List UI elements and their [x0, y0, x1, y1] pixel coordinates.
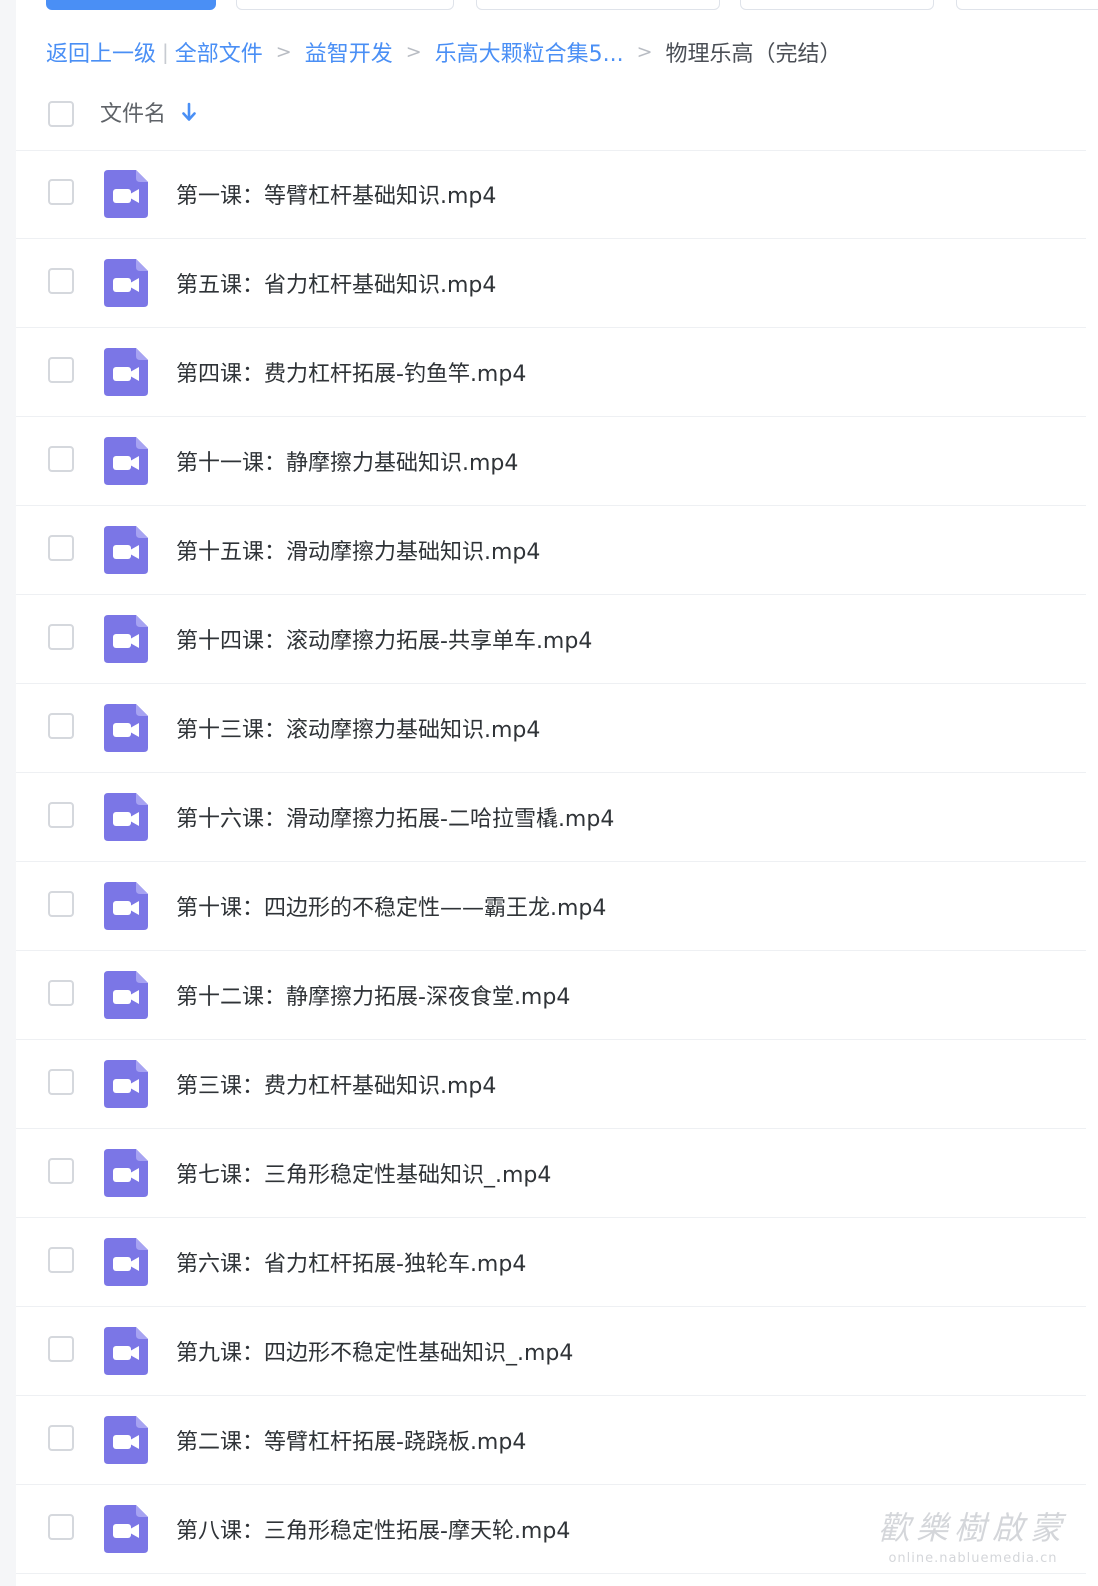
toolbar-button[interactable]	[236, 0, 454, 10]
video-file-icon	[104, 170, 148, 218]
row-checkbox[interactable]	[48, 1514, 74, 1540]
video-file-icon	[104, 348, 148, 396]
file-name[interactable]: 第十五课：滑动摩擦力基础知识.mp4	[176, 534, 540, 566]
file-name[interactable]: 第十三课：滚动摩擦力基础知识.mp4	[176, 712, 540, 744]
video-file-icon	[104, 526, 148, 574]
video-file-icon	[104, 1416, 148, 1464]
video-file-icon	[104, 793, 148, 841]
row-checkbox[interactable]	[48, 1158, 74, 1184]
row-checkbox[interactable]	[48, 1247, 74, 1273]
file-row[interactable]: 第五课：省力杠杆基础知识.mp4	[16, 239, 1086, 328]
file-name[interactable]: 第十二课：静摩擦力拓展-深夜食堂.mp4	[176, 979, 570, 1011]
video-file-icon	[104, 882, 148, 930]
row-checkbox[interactable]	[48, 1425, 74, 1451]
row-checkbox[interactable]	[48, 891, 74, 917]
row-checkbox[interactable]	[48, 535, 74, 561]
back-link[interactable]: 返回上一级	[46, 36, 156, 68]
video-file-icon	[104, 1327, 148, 1375]
file-name[interactable]: 第四课：费力杠杆拓展-钓鱼竿.mp4	[176, 356, 526, 388]
toolbar-button[interactable]	[476, 0, 720, 10]
video-file-icon	[104, 1060, 148, 1108]
file-name[interactable]: 第十四课：滚动摩擦力拓展-共享单车.mp4	[176, 623, 592, 655]
row-checkbox[interactable]	[48, 357, 74, 383]
row-checkbox[interactable]	[48, 980, 74, 1006]
toolbar-button[interactable]	[956, 0, 1098, 10]
breadcrumb-item[interactable]: 益智开发	[305, 36, 393, 68]
video-file-icon	[104, 259, 148, 307]
chevron-right-icon: >	[405, 41, 422, 63]
file-row[interactable]: 第十三课：滚动摩擦力基础知识.mp4	[16, 684, 1086, 773]
file-name[interactable]: 第二课：等臂杠杆拓展-跷跷板.mp4	[176, 1424, 526, 1456]
file-row[interactable]: 第一课：等臂杠杆基础知识.mp4	[16, 150, 1086, 239]
breadcrumb-divider: |	[162, 40, 169, 64]
row-checkbox[interactable]	[48, 446, 74, 472]
toolbar-primary-button[interactable]	[46, 0, 216, 10]
file-row[interactable]: 第十一课：静摩擦力基础知识.mp4	[16, 417, 1086, 506]
file-row[interactable]: 第三课：费力杠杆基础知识.mp4	[16, 1040, 1086, 1129]
file-name[interactable]: 第六课：省力杠杆拓展-独轮车.mp4	[176, 1246, 526, 1278]
row-checkbox[interactable]	[48, 179, 74, 205]
watermark: 歡樂樹啟蒙 online.nabluemedia.cn	[878, 1503, 1068, 1566]
file-row[interactable]: 第十五课：滑动摩擦力基础知识.mp4	[16, 506, 1086, 595]
video-file-icon	[104, 1238, 148, 1286]
name-column-label: 文件名	[100, 102, 167, 127]
name-column-header[interactable]: 文件名	[100, 96, 198, 128]
row-checkbox[interactable]	[48, 713, 74, 739]
file-name[interactable]: 第五课：省力杠杆基础知识.mp4	[176, 267, 496, 299]
row-checkbox[interactable]	[48, 624, 74, 650]
sidebar-edge	[0, 0, 16, 1586]
list-header: 文件名	[16, 78, 1086, 151]
all-files-link[interactable]: 全部文件	[175, 36, 263, 68]
video-file-icon	[104, 437, 148, 485]
file-name[interactable]: 第十一课：静摩擦力基础知识.mp4	[176, 445, 518, 477]
file-row[interactable]: 第六课：省力杠杆拓展-独轮车.mp4	[16, 1218, 1086, 1307]
breadcrumb: 返回上一级 | 全部文件 > 益智开发 > 乐高大颗粒合集5... > 物理乐高…	[46, 36, 842, 68]
video-file-icon	[104, 704, 148, 752]
file-row[interactable]: 第十四课：滚动摩擦力拓展-共享单车.mp4	[16, 595, 1086, 684]
file-name[interactable]: 第七课：三角形稳定性基础知识_.mp4	[176, 1157, 551, 1189]
arrow-down-icon[interactable]	[180, 101, 198, 123]
video-file-icon	[104, 1505, 148, 1553]
file-name[interactable]: 第十课：四边形的不稳定性——霸王龙.mp4	[176, 890, 606, 922]
toolbar-button[interactable]	[740, 0, 934, 10]
row-checkbox[interactable]	[48, 1069, 74, 1095]
file-name[interactable]: 第八课：三角形稳定性拓展-摩天轮.mp4	[176, 1513, 570, 1545]
breadcrumb-item[interactable]: 乐高大颗粒合集5...	[435, 36, 624, 68]
file-row[interactable]: 第九课：四边形不稳定性基础知识_.mp4	[16, 1307, 1086, 1396]
file-row[interactable]: 第十课：四边形的不稳定性——霸王龙.mp4	[16, 862, 1086, 951]
toolbar	[0, 0, 1098, 12]
select-all-checkbox[interactable]	[48, 101, 74, 127]
file-row[interactable]: 第十六课：滑动摩擦力拓展-二哈拉雪橇.mp4	[16, 773, 1086, 862]
chevron-right-icon: >	[275, 41, 292, 63]
video-file-icon	[104, 1149, 148, 1197]
file-row[interactable]: 第二课：等臂杠杆拓展-跷跷板.mp4	[16, 1396, 1086, 1485]
file-row[interactable]: 第十二课：静摩擦力拓展-深夜食堂.mp4	[16, 951, 1086, 1040]
file-name[interactable]: 第十六课：滑动摩擦力拓展-二哈拉雪橇.mp4	[176, 801, 614, 833]
file-name[interactable]: 第三课：费力杠杆基础知识.mp4	[176, 1068, 496, 1100]
file-row[interactable]: 第七课：三角形稳定性基础知识_.mp4	[16, 1129, 1086, 1218]
file-browser-page: 返回上一级 | 全部文件 > 益智开发 > 乐高大颗粒合集5... > 物理乐高…	[0, 0, 1098, 1586]
file-row[interactable]: 第四课：费力杠杆拓展-钓鱼竿.mp4	[16, 328, 1086, 417]
row-checkbox[interactable]	[48, 1336, 74, 1362]
breadcrumb-current: 物理乐高（完结）	[665, 42, 842, 67]
chevron-right-icon: >	[636, 41, 653, 63]
file-name[interactable]: 第一课：等臂杠杆基础知识.mp4	[176, 178, 496, 210]
row-checkbox[interactable]	[48, 268, 74, 294]
file-list: 第一课：等臂杠杆基础知识.mp4 第五课：省力杠杆基础知识.mp4 第四课：费力杠杆…	[16, 150, 1086, 1574]
file-name[interactable]: 第九课：四边形不稳定性基础知识_.mp4	[176, 1335, 573, 1367]
video-file-icon	[104, 971, 148, 1019]
watermark-logo-text: 歡樂樹啟蒙	[877, 1509, 1068, 1547]
video-file-icon	[104, 615, 148, 663]
row-checkbox[interactable]	[48, 802, 74, 828]
watermark-url: online.nabluemedia.cn	[888, 1551, 1058, 1566]
